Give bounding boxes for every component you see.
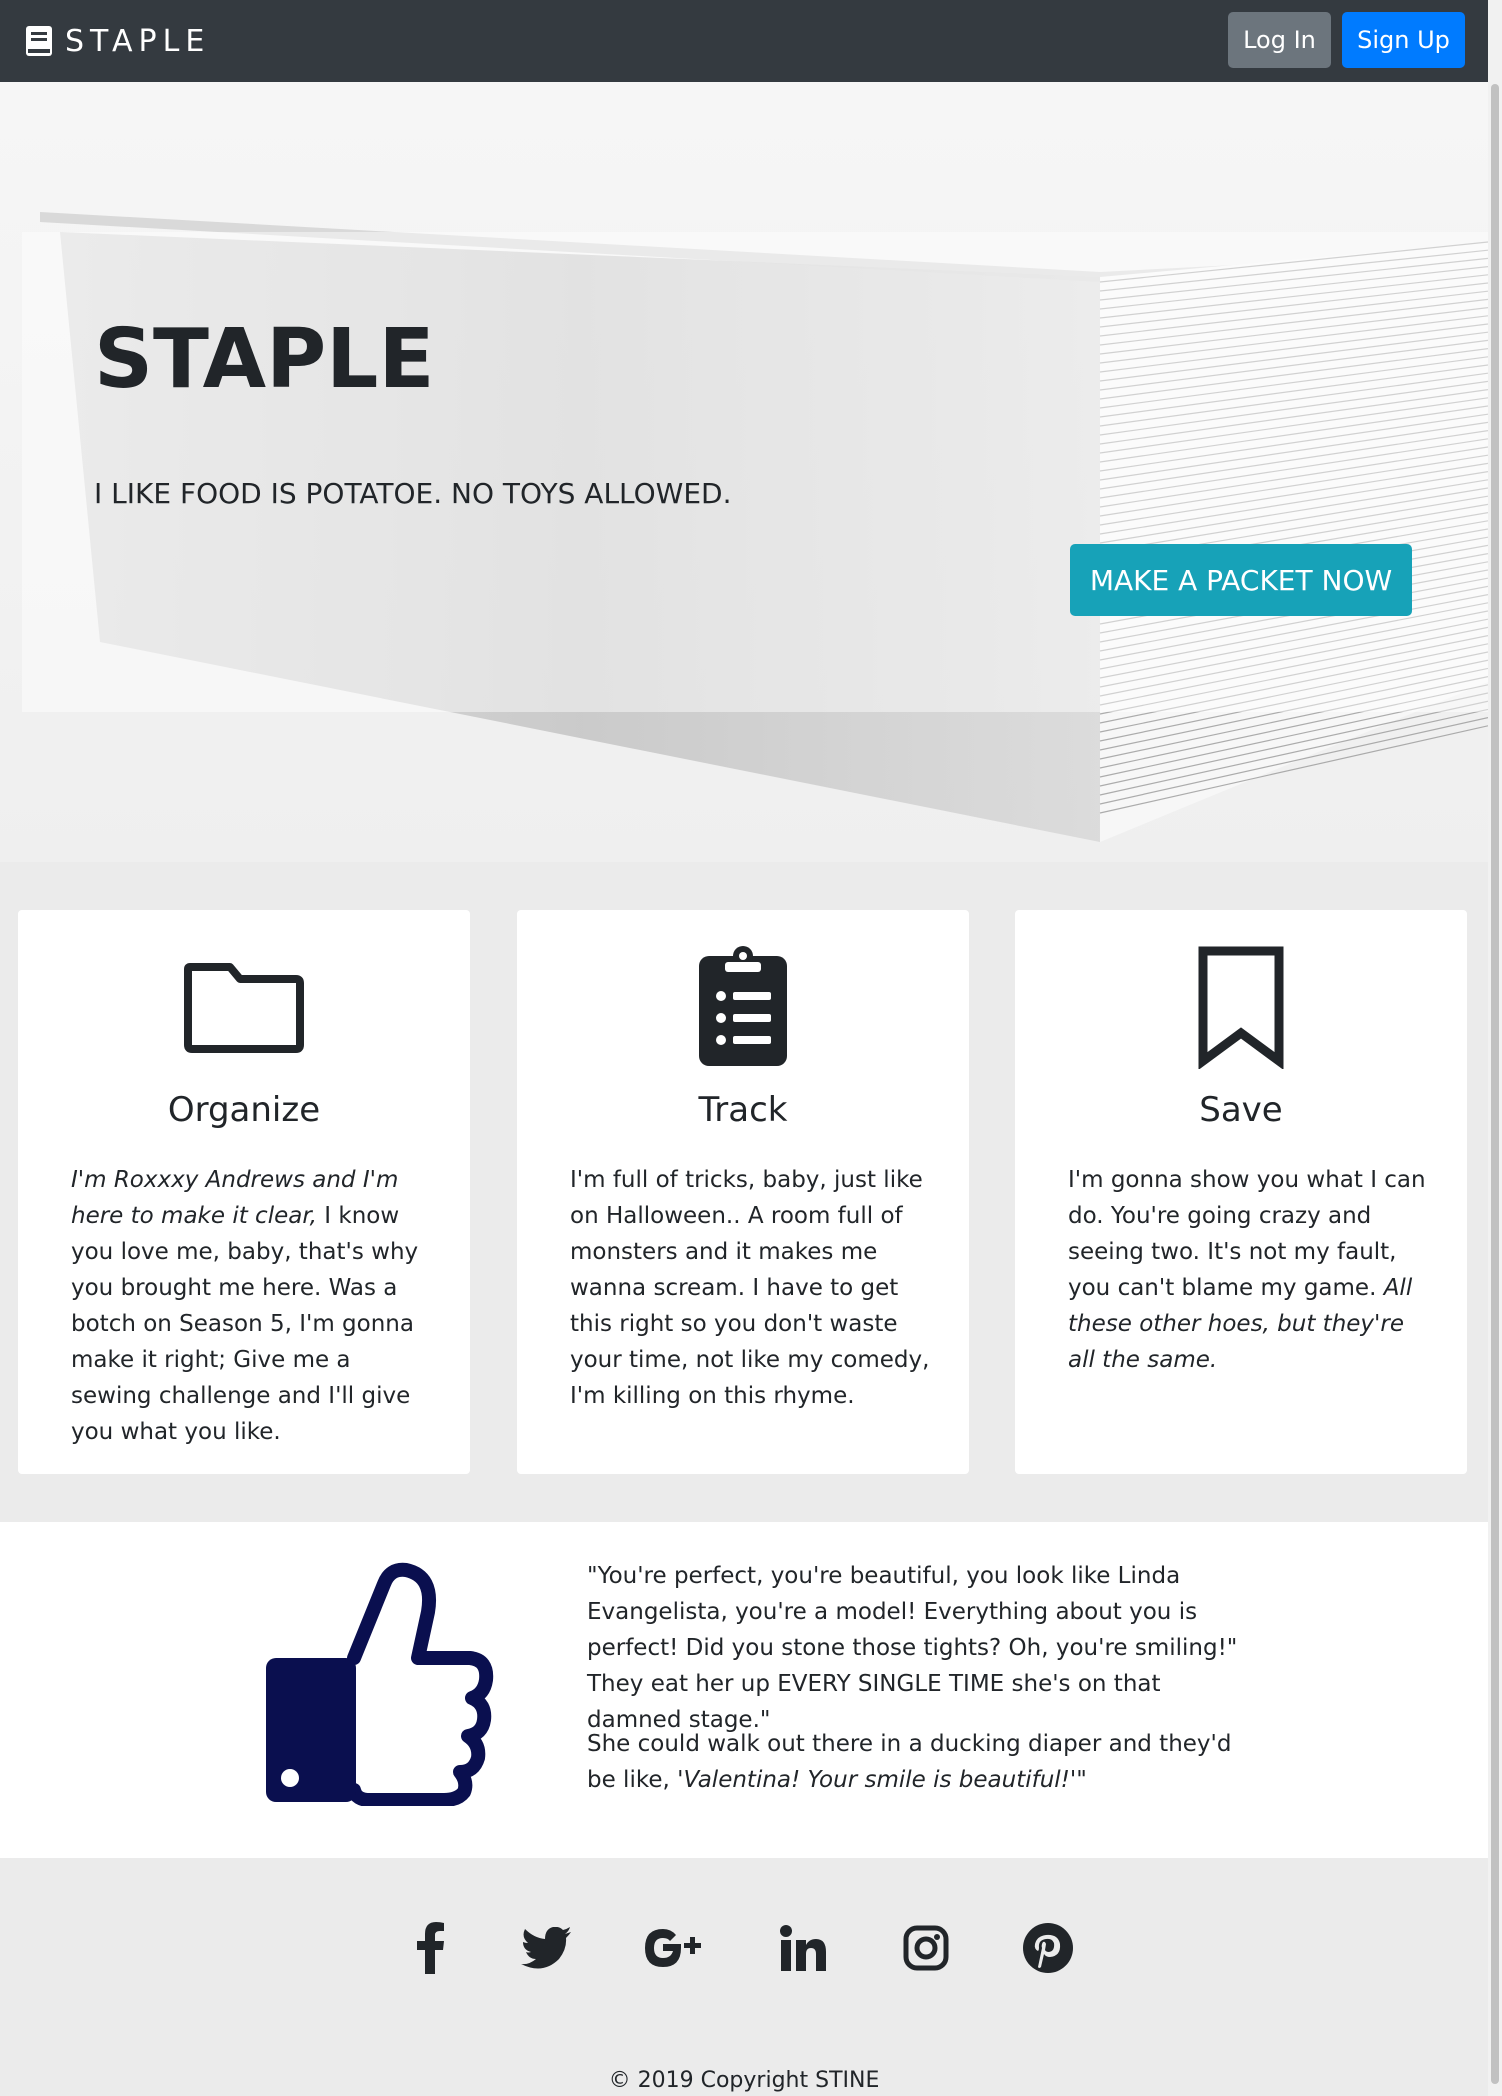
brand-name: STAPLE — [65, 23, 211, 59]
scrollbar-thumb[interactable] — [1491, 84, 1499, 2084]
feature-title: Track — [698, 1090, 788, 1130]
thumbs-up-icon — [266, 1562, 494, 1806]
hero-jumbotron: STAPLE I LIKE FOOD IS POTATOE. NO TOYS A… — [22, 232, 1488, 712]
testimonial-quote: "You're perfect, you're beautiful, you l… — [587, 1563, 1238, 1733]
feature-text: I'm gonna show you what I can do. You're… — [1068, 1162, 1428, 1378]
copyright-text: © 2019 Copyright STINE — [608, 2068, 880, 2093]
make-packet-button[interactable]: MAKE A PACKET NOW — [1070, 544, 1412, 616]
features-section: Organize I'm Roxxxy Andrews and I'm here… — [0, 862, 1488, 1522]
login-button[interactable]: Log In — [1228, 12, 1331, 68]
instagram-icon[interactable] — [896, 1918, 956, 1978]
brand-link[interactable]: STAPLE — [25, 22, 210, 60]
facebook-icon[interactable] — [400, 1918, 460, 1978]
testimonial-section: "You're perfect, you're beautiful, you l… — [0, 1522, 1488, 1858]
folder-icon — [184, 963, 304, 1053]
feature-title: Organize — [167, 1090, 321, 1130]
hero-title: STAPLE — [94, 312, 435, 407]
feature-card-track: Track I'm full of tricks, baby, just lik… — [517, 910, 969, 1474]
feature-text: I'm Roxxxy Andrews and I'm here to make … — [71, 1162, 431, 1450]
google-plus-icon[interactable] — [645, 1918, 705, 1978]
twitter-icon[interactable] — [516, 1918, 576, 1978]
quote-italic: 'Valentina! Your smile is beautiful!'" — [677, 1767, 1087, 1793]
testimonial-quote-second: She could walk out there in a ducking di… — [587, 1726, 1247, 1798]
navbar: STAPLE Log In Sign Up — [0, 0, 1488, 82]
signup-button[interactable]: Sign Up — [1342, 12, 1465, 68]
bookmark-icon — [1198, 946, 1284, 1069]
feature-card-save: Save I'm gonna show you what I can do. Y… — [1015, 910, 1467, 1474]
feature-text: I'm full of tricks, baby, just like on H… — [570, 1167, 930, 1409]
clipboard-list-icon — [699, 946, 787, 1066]
book-icon — [26, 26, 52, 56]
pinterest-icon[interactable] — [1018, 1918, 1078, 1978]
hero-subtitle: I LIKE FOOD IS POTATOE. NO TOYS ALLOWED. — [94, 477, 732, 510]
feature-text-body: I'm gonna show you what I can do. You're… — [1068, 1167, 1426, 1301]
feature-text-body: I know you love me, baby, that's why you… — [71, 1203, 419, 1445]
hero-section: STAPLE I LIKE FOOD IS POTATOE. NO TOYS A… — [0, 82, 1488, 862]
linkedin-icon[interactable] — [773, 1918, 833, 1978]
footer: © 2019 Copyright STINE — [0, 1858, 1488, 2096]
feature-card-organize: Organize I'm Roxxxy Andrews and I'm here… — [18, 910, 470, 1474]
feature-title: Save — [1199, 1090, 1283, 1130]
